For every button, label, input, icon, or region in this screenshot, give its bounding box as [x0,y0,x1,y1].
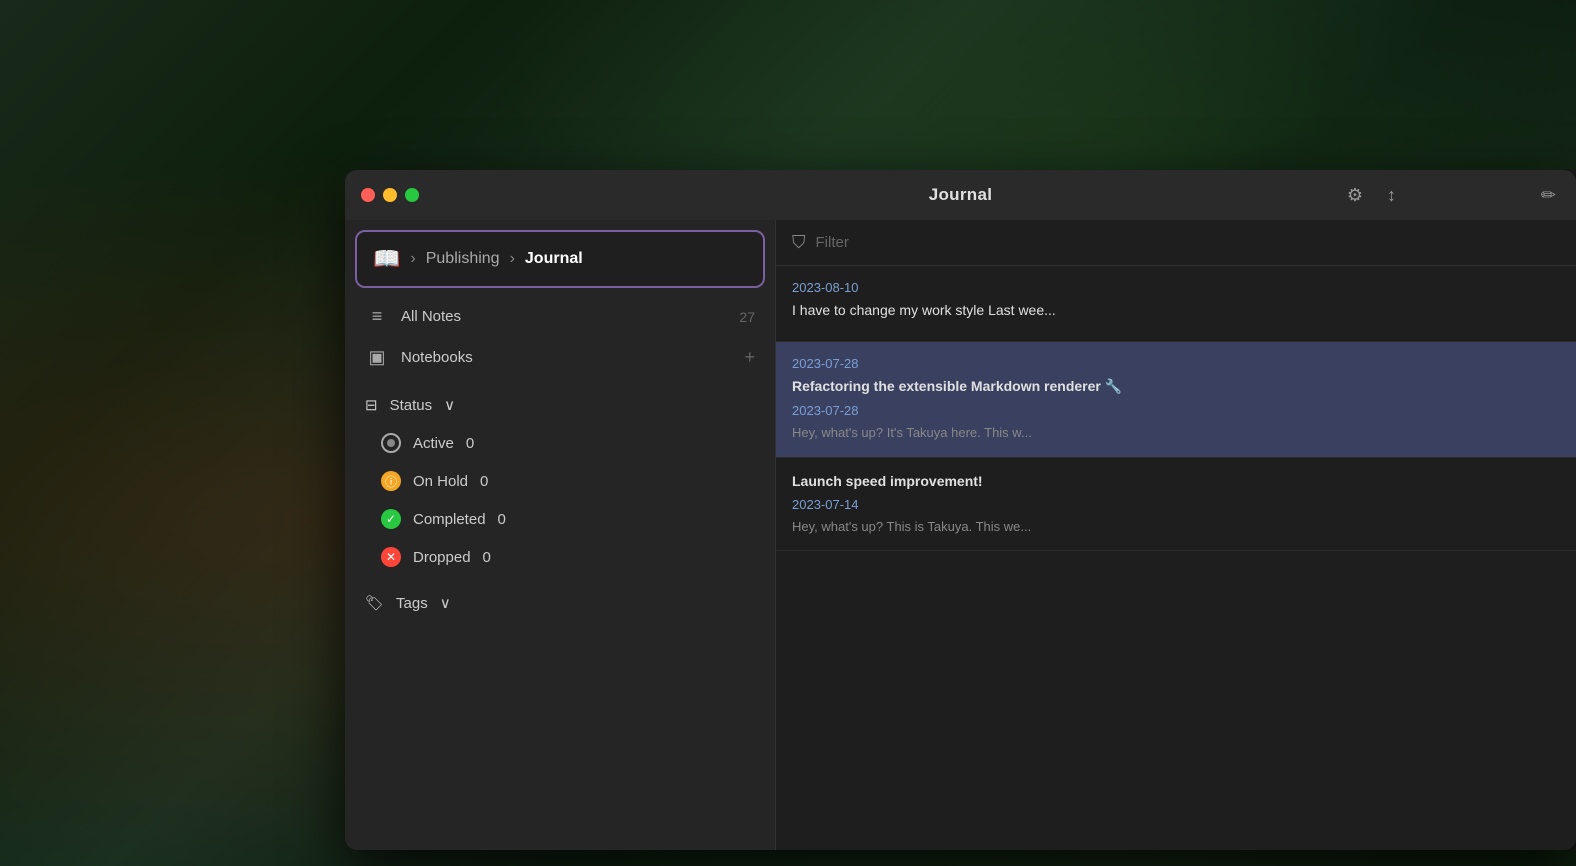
traffic-lights [361,188,419,202]
status-group: ⊟ Status ∨ Active 0 ⓘ [345,386,775,584]
sidebar: 📖 › Publishing › Journal ≡ All Notes 27 … [345,220,775,850]
note-title-1: I have to change my work style Last wee.… [792,301,1560,321]
status-item-onhold[interactable]: ⓘ On Hold 0 [365,462,775,500]
note-item-2[interactable]: 2023-07-28 Refactoring the extensible Ma… [776,342,1576,458]
tags-icon: 🏷 [365,594,384,612]
status-chevron-icon: ∨ [444,396,455,414]
notebooks-label: Notebooks [401,349,732,366]
titlebar: ⚙ ↕ Journal ✏ [345,170,1576,220]
sidebar-item-notebooks[interactable]: ▣ Notebooks + [345,337,775,378]
status-item-completed[interactable]: ✓ Completed 0 [365,500,775,538]
all-notes-icon: ≡ [365,306,389,327]
dropped-count: 0 [483,549,491,566]
completed-dot: ✓ [381,509,401,529]
completed-count: 0 [498,511,506,528]
status-icon: ⊟ [365,396,378,414]
minimize-button[interactable] [383,188,397,202]
sort-button[interactable]: ↕ [1387,185,1396,206]
all-notes-count: 27 [739,309,755,325]
note-items: 2023-08-10 I have to change my work styl… [776,266,1576,850]
note-preview-text-2: Hey, what's up? It's Takuya here. This w… [792,424,1560,442]
main-content: 📖 › Publishing › Journal ≡ All Notes 27 … [345,220,1576,850]
titlebar-icons: ⚙ ↕ [1347,185,1396,206]
note-item-1[interactable]: 2023-08-10 I have to change my work styl… [776,266,1576,342]
notebooks-add-icon[interactable]: + [744,347,755,368]
app-window: ⚙ ↕ Journal ✏ 📖 › Publishing › Journal [345,170,1576,850]
breadcrumb-parent[interactable]: Publishing [426,250,500,268]
edit-icon: ✏ [1541,185,1556,206]
sidebar-section-notes: ≡ All Notes 27 ▣ Notebooks + [345,288,775,386]
breadcrumb-current: Journal [525,250,583,268]
all-notes-label: All Notes [401,308,727,325]
status-children: Active 0 ⓘ On Hold 0 ✓ Completed 0 [345,424,775,576]
completed-label: Completed [413,511,486,528]
onhold-label: On Hold [413,473,468,490]
active-dot-inner [387,439,395,447]
note-title-3: Launch speed improvement! [792,472,1560,492]
notebooks-icon: ▣ [365,347,389,368]
status-header[interactable]: ⊟ Status ∨ [345,386,775,424]
gear-icon: ⚙ [1347,185,1363,206]
edit-button[interactable]: ✏ [1541,185,1556,206]
gear-button[interactable]: ⚙ [1347,185,1363,206]
edit-button-wrapper: ✏ [1541,185,1556,206]
note-preview-2: 2023-07-28 [792,402,1560,420]
active-label: Active [413,435,454,452]
filter-placeholder[interactable]: Filter [816,234,849,251]
dropped-dot: ✕ [381,547,401,567]
status-item-active[interactable]: Active 0 [365,424,775,462]
tags-label: Tags [396,595,428,612]
close-button[interactable] [361,188,375,202]
note-preview-3: Hey, what's up? This is Takuya. This we.… [792,518,1560,536]
filter-bar: ⛉ Filter [776,220,1576,266]
notebook-icon: 📖 [373,246,400,272]
note-list: ⛉ Filter 2023-08-10 I have to change my … [775,220,1576,850]
note-date-3: 2023-07-14 [792,497,1560,512]
status-item-dropped[interactable]: ✕ Dropped 0 [365,538,775,576]
tags-chevron-icon: ∨ [440,594,451,612]
onhold-dot: ⓘ [381,471,401,491]
filter-icon: ⛉ [792,232,806,253]
note-date-1: 2023-08-10 [792,280,1560,295]
breadcrumb-separator-2: › [510,250,515,268]
sidebar-item-tags[interactable]: 🏷 Tags ∨ [345,584,775,622]
dropped-label: Dropped [413,549,471,566]
breadcrumb[interactable]: 📖 › Publishing › Journal [355,230,765,288]
note-item-3[interactable]: Launch speed improvement! 2023-07-14 Hey… [776,458,1576,552]
note-date-2: 2023-07-28 [792,356,1560,371]
breadcrumb-separator-1: › [410,250,415,268]
active-count: 0 [466,435,474,452]
active-dot [381,433,401,453]
sidebar-item-all-notes[interactable]: ≡ All Notes 27 [345,296,775,337]
status-label: Status [390,397,433,414]
maximize-button[interactable] [405,188,419,202]
window-title: Journal [929,185,993,205]
onhold-count: 0 [480,473,488,490]
note-title-2: Refactoring the extensible Markdown rend… [792,377,1560,397]
sort-icon: ↕ [1387,185,1396,206]
